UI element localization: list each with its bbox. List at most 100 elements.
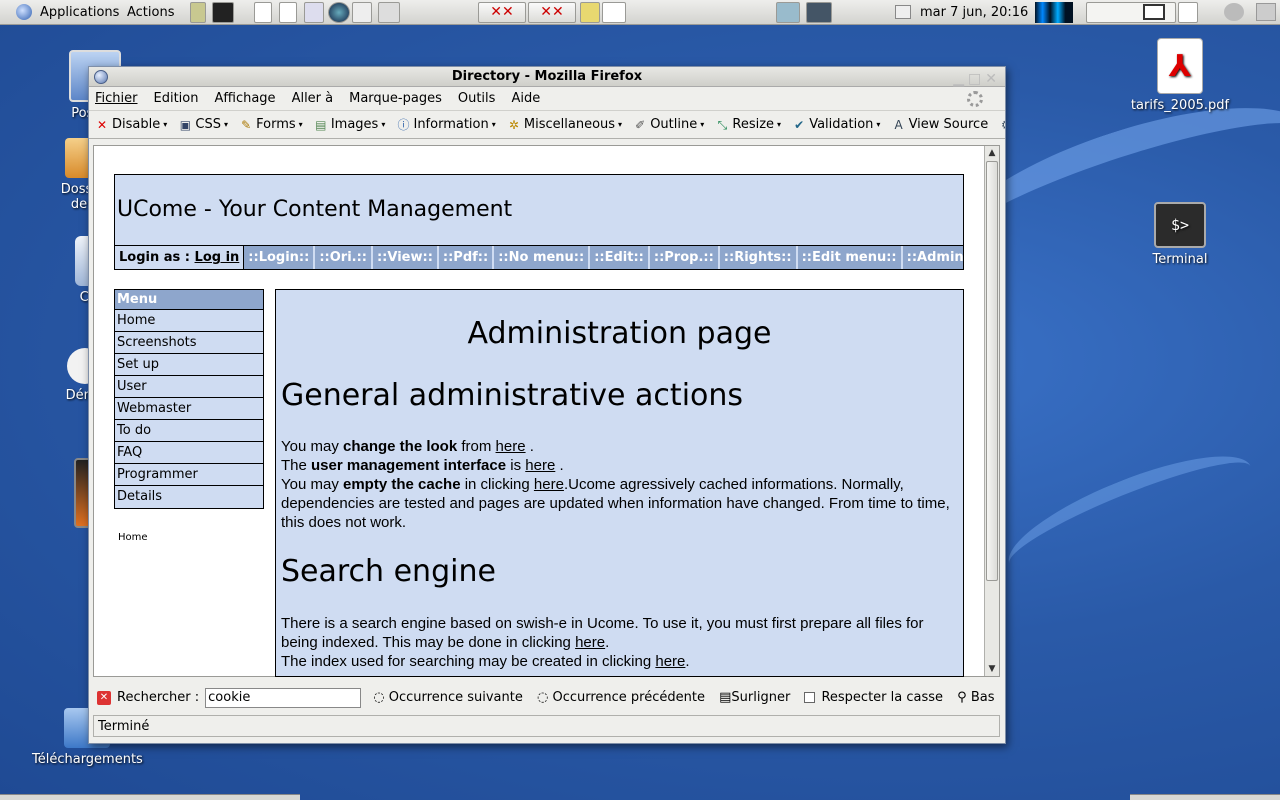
nav-edit[interactable]: ::Edit:: [590, 246, 650, 269]
nav-ori[interactable]: ::Ori.:: [315, 246, 373, 269]
breadcrumb[interactable]: Home [118, 532, 148, 543]
find-previous-button[interactable]: ◌ Occurrence précédente [537, 690, 705, 705]
nav-bar: Login as : Log in ::Login:: ::Ori.:: ::V… [114, 246, 979, 270]
trash-applet-icon[interactable] [1256, 3, 1276, 21]
nav-no-menu[interactable]: ::No menu:: [494, 246, 591, 269]
scrollbar-thumb[interactable] [986, 161, 998, 581]
menu-item-faq[interactable]: FAQ [115, 442, 263, 464]
find-bar: ✕ Rechercher : ◌ Occurrence suivante ◌ Oc… [93, 685, 1000, 711]
nav-rights[interactable]: ::Rights:: [720, 246, 798, 269]
prepare-index-link[interactable]: here [575, 634, 605, 651]
window-button-3[interactable] [580, 2, 600, 23]
disable-button[interactable]: ✕ Disable ▾ [95, 111, 168, 138]
validation-button[interactable]: ✔ Validation ▾ [792, 111, 880, 138]
menu-item-programmer[interactable]: Programmer [115, 464, 263, 486]
status-bar: Terminé [93, 715, 1000, 737]
menu-item-user[interactable]: User [115, 376, 263, 398]
volume-icon[interactable] [1224, 3, 1244, 21]
window-button-6[interactable] [806, 2, 832, 23]
scroll-down-icon[interactable]: ▼ [985, 662, 999, 676]
nav-login[interactable]: ::Login:: [244, 246, 316, 269]
window-button-1[interactable]: ✕✕ [478, 2, 526, 23]
images-button[interactable]: ▤ Images ▾ [314, 111, 385, 138]
chevron-down-icon: ▾ [163, 120, 168, 129]
find-next-button[interactable]: ◌ Occurrence suivante [373, 690, 523, 705]
menu-outils[interactable]: Outils [458, 91, 496, 106]
window-button-5[interactable] [776, 2, 800, 23]
workspace-4[interactable] [1178, 2, 1198, 23]
forms-button[interactable]: ✎ Forms ▾ [239, 111, 303, 138]
main-content: Administration page General administrati… [275, 289, 964, 677]
view-source-button[interactable]: A View Source [892, 111, 988, 138]
editor-launcher-icon[interactable] [378, 2, 400, 23]
close-icon[interactable]: ✕ [97, 690, 111, 705]
create-index-link[interactable]: here [655, 653, 685, 670]
information-button[interactable]: ⓘ Information ▾ [396, 111, 496, 138]
nav-pdf[interactable]: ::Pdf:: [439, 246, 495, 269]
chevron-down-icon: ▾ [491, 120, 496, 129]
bottom-button[interactable]: ⚲ Bas [957, 690, 994, 705]
desktop-icon-terminal[interactable]: $> Terminal [1125, 202, 1235, 267]
empty-cache-link[interactable]: here [534, 476, 564, 493]
notification-icon[interactable] [895, 5, 911, 19]
cpu-monitor-icon[interactable] [1035, 2, 1073, 23]
information-icon: ⓘ [397, 118, 410, 132]
browser-launcher-icon[interactable] [328, 2, 350, 23]
actions-menu[interactable]: Actions [127, 0, 175, 25]
nav-admin[interactable]: ::Admin.:: [903, 246, 983, 269]
disable-icon: ✕ [96, 118, 108, 132]
firefox-globe-icon[interactable] [94, 70, 108, 84]
user-management-link[interactable]: here [525, 457, 555, 474]
menu-item-setup[interactable]: Set up [115, 354, 263, 376]
highlight-button[interactable]: ▤Surligner [719, 690, 790, 705]
css-button[interactable]: ▣ CSS ▾ [178, 111, 228, 138]
menu-affichage[interactable]: Affichage [214, 91, 275, 106]
pin-icon: ⚲ [957, 690, 967, 705]
side-menu: Menu Home Screenshots Set up User Webmas… [114, 289, 264, 509]
menu-item-webmaster[interactable]: Webmaster [115, 398, 263, 420]
site-title: UCome - Your Content Management [117, 197, 513, 222]
chevron-down-icon: ▾ [777, 120, 782, 129]
menu-marque-pages[interactable]: Marque-pages [349, 91, 442, 106]
section-search-heading: Search engine [281, 554, 496, 589]
spreadsheet-launcher-icon[interactable] [279, 2, 297, 23]
scroll-up-icon[interactable]: ▲ [985, 146, 999, 160]
menu-item-home[interactable]: Home [115, 310, 263, 332]
menu-fichier[interactable]: Fichier [95, 91, 138, 106]
nav-view[interactable]: ::View:: [373, 246, 439, 269]
media-launcher-icon[interactable] [352, 2, 372, 23]
vertical-scrollbar[interactable]: ▲ ▼ [984, 146, 999, 676]
top-panel: Applications Actions ✕✕ ✕✕ mar 7 jun, 20… [0, 0, 1280, 25]
menu-item-screenshots[interactable]: Screenshots [115, 332, 263, 354]
desktop-icon-pdf[interactable]: ⅄ tarifs_2005.pdf [1125, 38, 1235, 113]
login-link[interactable]: Log in [195, 250, 240, 265]
notes-launcher-icon[interactable] [190, 2, 206, 23]
menu-aide[interactable]: Aide [511, 91, 540, 106]
window-controls[interactable]: ▁□✕ [953, 69, 1001, 89]
terminal-launcher-icon[interactable] [212, 2, 234, 23]
menu-aller[interactable]: Aller à [292, 91, 334, 106]
window-button-4[interactable] [602, 2, 626, 23]
applications-menu[interactable]: Applications [40, 0, 119, 25]
change-look-link[interactable]: here [496, 438, 526, 455]
panel-clock[interactable]: mar 7 jun, 20:16 [920, 0, 1028, 25]
match-case-checkbox[interactable]: Respecter la casse [804, 690, 943, 705]
document-launcher-icon[interactable] [254, 2, 272, 23]
resize-icon: ⤡ [717, 118, 728, 132]
resize-button[interactable]: ⤡ Resize ▾ [715, 111, 782, 138]
window-titlebar[interactable]: Directory - Mozilla Firefox ▁□✕ [89, 67, 1005, 87]
menu-item-details[interactable]: Details [115, 486, 263, 508]
outline-button[interactable]: ✐ Outline ▾ [633, 111, 704, 138]
window-button-2[interactable]: ✕✕ [528, 2, 576, 23]
menu-item-todo[interactable]: To do [115, 420, 263, 442]
nav-edit-menu[interactable]: ::Edit menu:: [798, 246, 903, 269]
options-button[interactable]: ⚙O [999, 111, 1005, 138]
find-input[interactable] [205, 687, 362, 708]
bottom-panel-right [1130, 794, 1280, 800]
nav-prop[interactable]: ::Prop.:: [650, 246, 720, 269]
checkbox-icon[interactable] [804, 692, 816, 703]
menu-edition[interactable]: Edition [154, 91, 199, 106]
workspace-active[interactable] [1143, 4, 1165, 20]
miscellaneous-button[interactable]: ✲ Miscellaneous ▾ [507, 111, 622, 138]
mail-launcher-icon[interactable] [304, 2, 324, 23]
